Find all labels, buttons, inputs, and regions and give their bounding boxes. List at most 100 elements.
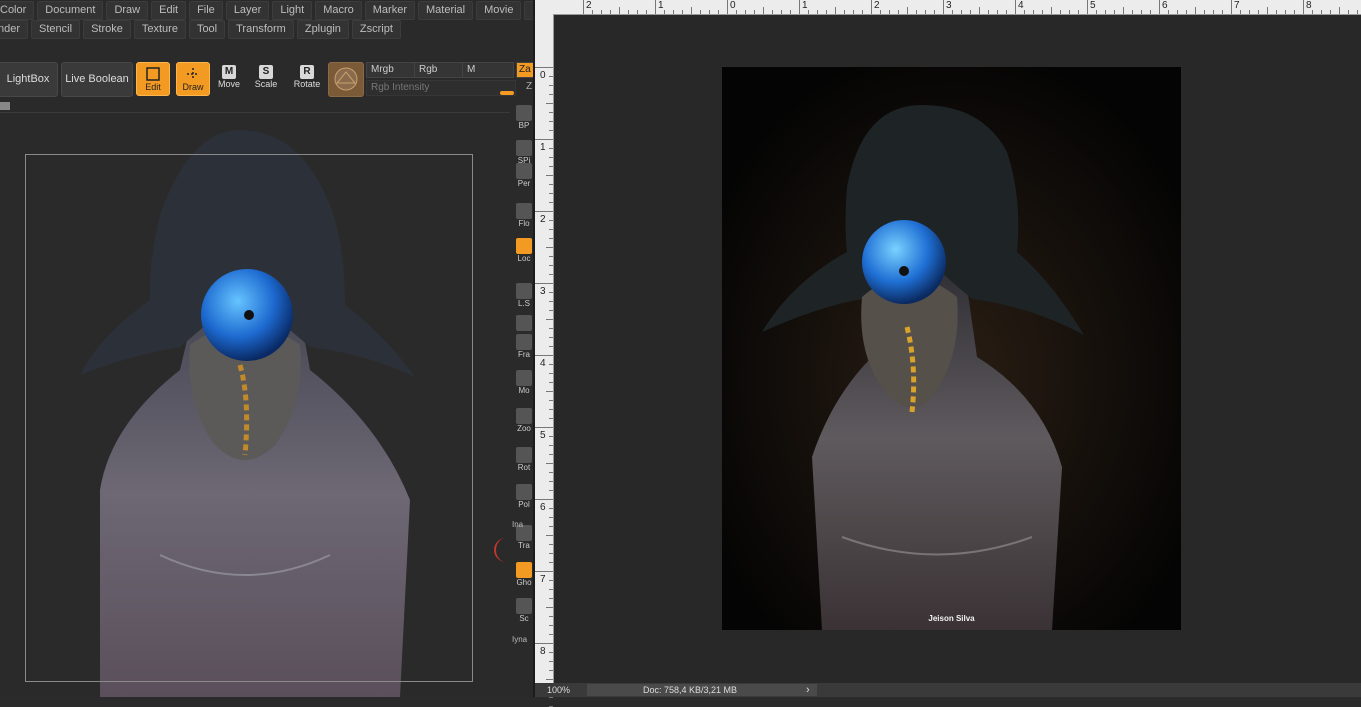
rgb-intensity-slider[interactable]: Rgb Intensity [366, 80, 516, 96]
menu-stencil[interactable]: Stencil [31, 20, 81, 39]
tool-strip-pol-button[interactable]: Pol [514, 484, 533, 509]
menu-edit[interactable]: Edit [151, 1, 187, 20]
divider [0, 112, 510, 113]
zbrush-menu-row-1: Color Document Draw Edit File Layer Light Macro… [0, 1, 533, 20]
tool-strip-label: BP [518, 121, 530, 130]
menu-color[interactable]: Color [0, 1, 35, 20]
ruler-minor-tick [682, 10, 683, 14]
doc-size-info[interactable]: Doc: 758,4 KB/3,21 MB [643, 685, 737, 695]
menu-zscript[interactable]: Zscript [351, 20, 401, 39]
draw-button[interactable]: Draw [176, 62, 210, 96]
ruler-minor-tick [549, 697, 553, 698]
ruler-minor-tick [934, 10, 935, 14]
menu-file[interactable]: File [189, 1, 223, 20]
tool-strip-item-button[interactable] [514, 315, 533, 331]
material-button[interactable] [328, 62, 364, 97]
ruler-minor-tick [853, 10, 854, 14]
tool-strip-fra-button[interactable]: Fra [514, 334, 533, 359]
status-menu-arrow-icon[interactable]: › [806, 684, 810, 696]
menu-light[interactable]: Light [272, 1, 313, 20]
tool-strip-icon [516, 105, 532, 121]
ruler-minor-tick [1033, 10, 1034, 14]
menu-stroke[interactable]: Stroke [83, 20, 131, 39]
mrgb-toggle[interactable]: Mrgb [366, 62, 416, 78]
ruler-minor-tick [549, 526, 553, 527]
tool-strip-loc-button[interactable]: Loc [514, 238, 533, 263]
menu-macro[interactable]: Macro [315, 1, 362, 20]
lightbox-button[interactable]: LightBox [0, 62, 58, 97]
ruler-minor-tick [1141, 10, 1142, 14]
scale-button[interactable]: S Scale [249, 63, 283, 95]
tool-strip-label: Rot [517, 463, 531, 472]
tool-strip-spi-button[interactable]: SPi [514, 140, 533, 165]
menu-nder[interactable]: nder [0, 20, 29, 39]
document-canvas: Jeison Silva [722, 67, 1181, 630]
ruler-minor-tick [549, 274, 553, 275]
menu-marker[interactable]: Marker [364, 1, 415, 20]
ruler-minor-tick [549, 373, 553, 374]
menu-movie[interactable]: Movie [476, 1, 522, 20]
tool-strip-rot-button[interactable]: Rot [514, 447, 533, 472]
ruler-minor-tick [745, 10, 746, 14]
zadd-toggle[interactable]: Za [516, 62, 533, 78]
ruler-minor-tick [549, 625, 553, 626]
ruler-minor-tick [549, 346, 553, 347]
ruler-minor-tick [1267, 7, 1268, 14]
ruler-label: 2 [874, 0, 880, 11]
ruler-minor-tick [790, 10, 791, 14]
tool-strip-bp-button[interactable]: BP [514, 105, 533, 130]
ruler-minor-tick [754, 10, 755, 14]
ruler-minor-tick [664, 10, 665, 14]
m-toggle[interactable]: M [462, 62, 514, 78]
ruler-minor-tick [1105, 10, 1106, 14]
tool-strip-label: Tra [518, 541, 530, 550]
zoom-level[interactable]: 100% [547, 685, 570, 695]
ruler-minor-tick [1258, 10, 1259, 14]
ruler-minor-tick [549, 148, 553, 149]
ruler-minor-tick [1312, 10, 1313, 14]
tool-strip-ls-button[interactable]: L.S [514, 283, 533, 308]
ruler-minor-tick [763, 7, 764, 14]
scroll-handle[interactable] [0, 102, 10, 110]
tool-strip-gho-button[interactable]: Gho [514, 562, 533, 587]
tool-strip-label: Fra [518, 350, 530, 359]
tool-strip-per-button[interactable]: Per [514, 163, 533, 188]
ruler-minor-tick [1330, 10, 1331, 14]
rotate-button[interactable]: R Rotate [290, 63, 324, 95]
tool-strip-icon [516, 315, 532, 331]
menu-zplugin[interactable]: Zplugin [296, 20, 349, 39]
menu-tool[interactable]: Tool [188, 20, 226, 39]
viewport-frame [25, 154, 473, 682]
ruler-minor-tick [549, 94, 553, 95]
ruler-minor-tick [1285, 10, 1286, 14]
menu-document[interactable]: Document [37, 1, 104, 20]
menu-transform[interactable]: Transform [228, 20, 294, 39]
move-button[interactable]: M Move [212, 63, 246, 95]
edit-button[interactable]: Edit [136, 62, 170, 96]
ruler-minor-tick [549, 364, 553, 365]
ruler-major-tick [535, 571, 553, 572]
menu-draw[interactable]: Draw [106, 1, 149, 20]
ruler-minor-tick [1276, 10, 1277, 14]
ruler-minor-tick [628, 10, 629, 14]
ruler-minor-tick [549, 256, 553, 257]
menu-texture[interactable]: Texture [133, 20, 186, 39]
tool-strip-flo-button[interactable]: Flo [514, 203, 533, 228]
tool-strip-mo-button[interactable]: Mo [514, 370, 533, 395]
tool-strip-icon [516, 163, 532, 179]
tool-strip-zoo-button[interactable]: Zoo [514, 408, 533, 433]
menu-picker[interactable]: Picker [524, 1, 533, 20]
live-boolean-button[interactable]: Live Boolean [61, 62, 133, 97]
rgb-toggle[interactable]: Rgb [414, 62, 464, 78]
menu-material[interactable]: Material [418, 1, 474, 20]
ruler-minor-tick [549, 301, 553, 302]
ruler-minor-tick [546, 391, 553, 392]
tool-strip-icon [516, 484, 532, 500]
ruler-minor-tick [772, 10, 773, 14]
rgb-intensity-handle[interactable] [500, 91, 514, 95]
ruler-minor-tick [835, 7, 836, 14]
tool-strip-icon [516, 408, 532, 424]
menu-layer[interactable]: Layer [225, 1, 270, 20]
ruler-minor-tick [549, 85, 553, 86]
tool-strip-sc-button[interactable]: Sc [514, 598, 533, 623]
